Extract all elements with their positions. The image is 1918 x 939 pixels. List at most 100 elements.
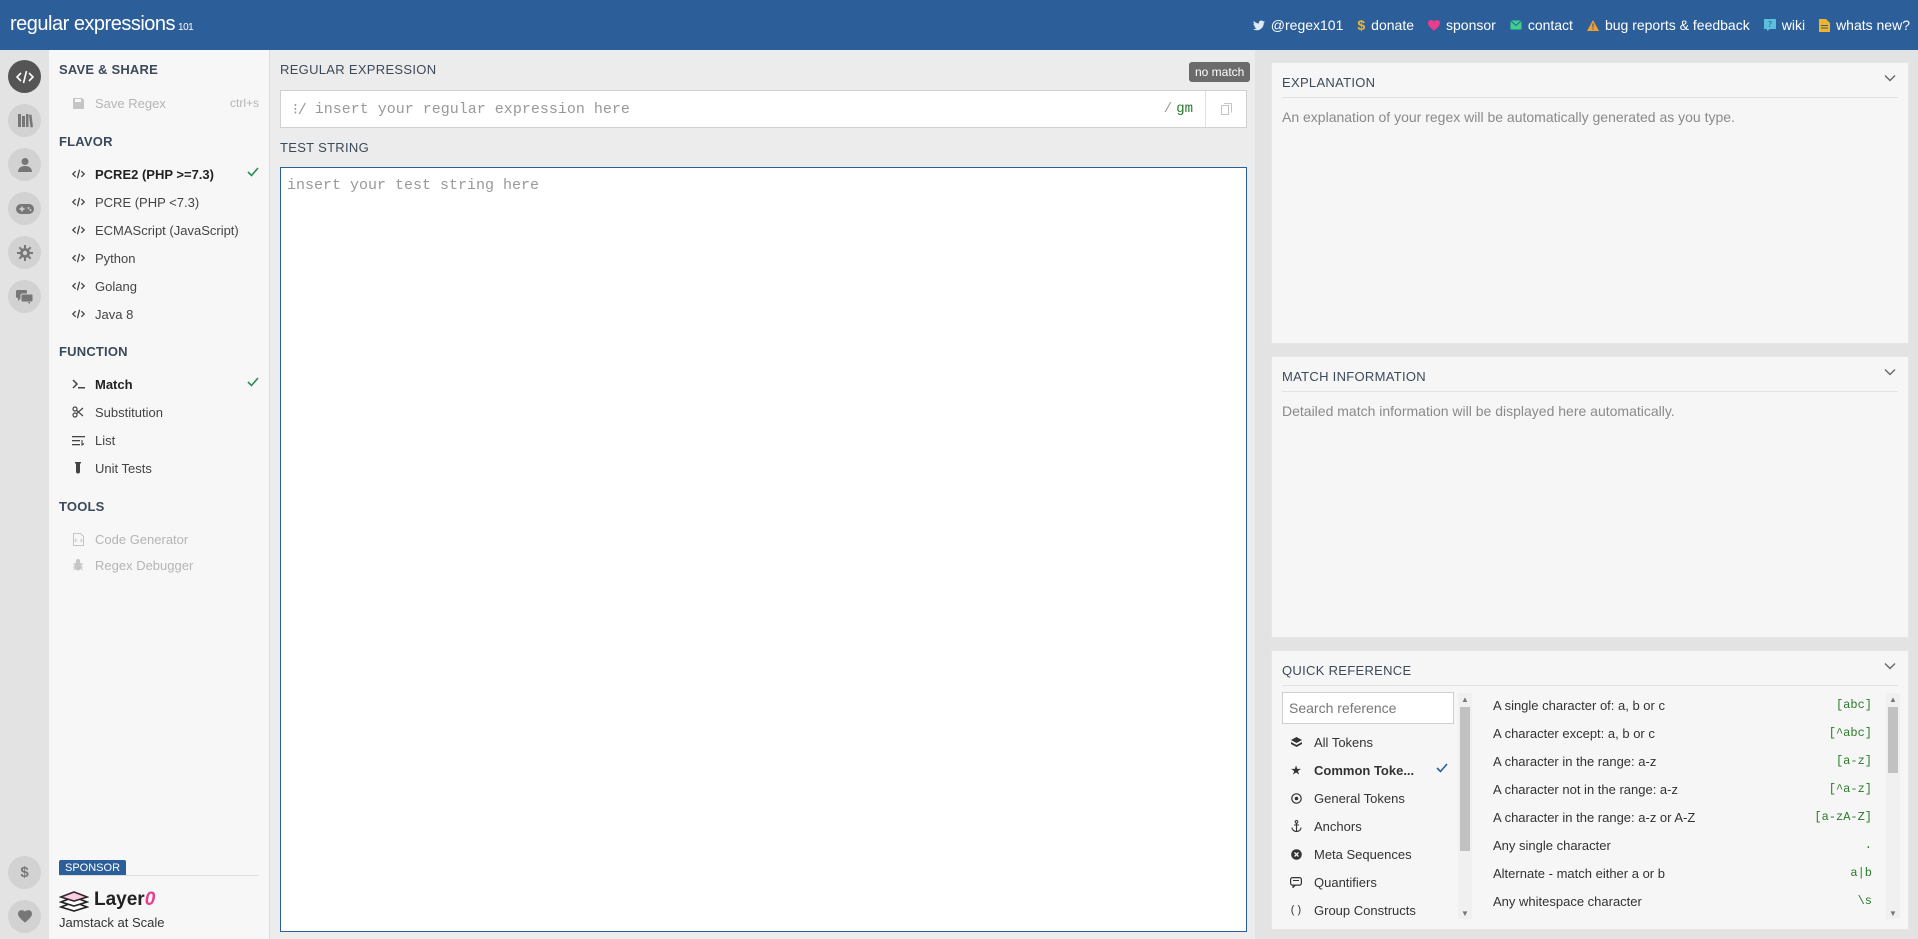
logo[interactable]: regular expressions 101 (10, 13, 194, 36)
flavor-java8[interactable]: Java 8 (59, 303, 259, 325)
twitter-icon (1252, 20, 1265, 31)
function-unit-tests[interactable]: Unit Tests (59, 457, 259, 479)
reference-search-input[interactable] (1282, 692, 1454, 724)
dollar-icon: $ (1357, 17, 1366, 33)
regex-editor: ⁝/ /gm (280, 90, 1247, 128)
nav-label: contact (1527, 17, 1573, 33)
scrollbar-thumb[interactable] (1888, 707, 1898, 773)
category-meta-sequences[interactable]: Meta Sequences (1282, 843, 1448, 865)
rail-donate-button[interactable]: $ (8, 856, 41, 889)
rail-settings-button[interactable] (8, 236, 41, 269)
category-group-constructs[interactable]: ( ) Group Constructs (1282, 899, 1448, 921)
flavor-label: PCRE2 (PHP >=7.3) (95, 166, 214, 182)
rail-quiz-button[interactable] (8, 192, 41, 225)
chevron-down-icon[interactable] (1884, 74, 1896, 82)
reference-row[interactable]: A character in the range: a-z or A-Z [a-… (1493, 806, 1872, 828)
scrollbar-thumb[interactable] (1460, 707, 1470, 851)
top-header: regular expressions 101 @regex101 $ donat… (0, 0, 1918, 50)
function-substitution[interactable]: Substitution (59, 401, 259, 423)
flavor-label: Golang (95, 278, 137, 294)
nav-label: whats new? (1836, 17, 1910, 33)
nav-twitter-link[interactable]: @regex101 (1252, 17, 1343, 33)
reference-token: [a-z] (1835, 754, 1872, 768)
category-all-tokens[interactable]: All Tokens (1282, 731, 1448, 753)
category-label: General Tokens (1314, 790, 1405, 806)
category-anchors[interactable]: Anchors (1282, 815, 1448, 837)
dot-circle-icon (1288, 792, 1304, 804)
regex-debugger-button[interactable]: Regex Debugger (59, 554, 259, 576)
flavor-python[interactable]: Python (59, 247, 259, 269)
reference-row[interactable]: A character not in the range: a-z [^a-z] (1493, 778, 1872, 800)
quick-reference-header[interactable]: QUICK REFERENCE (1282, 651, 1898, 686)
reference-description: A character except: a, b or c (1493, 725, 1655, 741)
regex-flags[interactable]: / gm (1164, 101, 1193, 117)
reference-scrollbar[interactable]: ▲ ▼ (1886, 693, 1900, 919)
function-match[interactable]: Match (59, 373, 259, 395)
reference-row[interactable]: A single character of: a, b or c [abc] (1493, 694, 1872, 716)
reference-token: [^a-z] (1828, 782, 1872, 796)
sidebar: SAVE & SHARE Save Regex ctrl+s FLAVOR PC… (49, 50, 270, 939)
function-label: Match (95, 376, 133, 392)
code-generator-button[interactable]: Code Generator (59, 528, 259, 550)
chevron-down-icon[interactable] (1884, 662, 1896, 670)
nav-label: bug reports & feedback (1604, 17, 1750, 33)
code-icon (69, 253, 87, 263)
scroll-down-icon[interactable]: ▼ (1458, 907, 1472, 919)
regex-delimiter-left[interactable]: ⁝/ (293, 100, 307, 119)
reference-description: Alternate - match either a or b (1493, 865, 1665, 881)
explanation-header[interactable]: EXPLANATION (1282, 63, 1898, 98)
flavor-heading: FLAVOR (59, 134, 113, 149)
sponsor-name-accent: 0 (144, 889, 156, 910)
rail-account-button[interactable] (8, 148, 41, 181)
match-information-header[interactable]: MATCH INFORMATION (1282, 357, 1898, 392)
nav-contact-link[interactable]: contact (1509, 17, 1573, 33)
nav-whats-new-link[interactable]: whats new? (1819, 17, 1910, 33)
reference-row[interactable]: Any single character . (1493, 834, 1872, 856)
reference-row[interactable]: A character except: a, b or c [^abc] (1493, 722, 1872, 744)
scroll-down-icon[interactable]: ▼ (1886, 907, 1900, 919)
function-list[interactable]: List (59, 429, 259, 451)
save-shortcut: ctrl+s (229, 96, 259, 110)
flavor-pcre2[interactable]: PCRE2 (PHP >=7.3) (59, 163, 259, 185)
regex-delimiter-right: / (1163, 101, 1173, 117)
copy-regex-button[interactable] (1205, 91, 1246, 127)
category-common-tokens[interactable]: ★ Common Toke... (1282, 759, 1448, 781)
flavor-ecmascript[interactable]: ECMAScript (JavaScript) (59, 219, 259, 241)
sponsor-logo[interactable]: Layer 0 (59, 888, 155, 912)
sponsor-tagline: Jamstack at Scale (59, 915, 165, 930)
reference-row[interactable]: A character in the range: a-z [a-z] (1493, 750, 1872, 772)
test-string-input[interactable] (281, 168, 1246, 931)
settings-icon (16, 244, 33, 261)
rail-sponsor-button[interactable] (8, 900, 41, 933)
match-information-panel: MATCH INFORMATION Detailed match informa… (1271, 356, 1909, 638)
icon-rail: $ (0, 50, 49, 939)
flavor-pcre[interactable]: PCRE (PHP <7.3) (59, 191, 259, 213)
rail-library-button[interactable] (8, 104, 41, 137)
nav-bug-reports-link[interactable]: bug reports & feedback (1586, 17, 1750, 33)
chevron-down-icon[interactable] (1884, 368, 1896, 376)
rail-chat-button[interactable] (8, 280, 41, 313)
scroll-up-icon[interactable]: ▲ (1886, 693, 1900, 705)
library-icon (17, 113, 33, 128)
nav-sponsor-link[interactable]: sponsor (1428, 17, 1496, 33)
logo-suffix: 101 (178, 22, 194, 33)
nav-wiki-link[interactable]: ? wiki (1763, 17, 1805, 33)
categories-scrollbar[interactable]: ▲ ▼ (1458, 693, 1472, 919)
save-regex-button[interactable]: Save Regex ctrl+s (59, 92, 259, 114)
category-general-tokens[interactable]: General Tokens (1282, 787, 1448, 809)
anchor-icon (1288, 820, 1304, 832)
category-quantifiers[interactable]: Quantifiers (1282, 871, 1448, 893)
nav-donate-link[interactable]: $ donate (1357, 17, 1414, 33)
nav-label: donate (1371, 17, 1414, 33)
regex-input[interactable] (314, 100, 1164, 118)
function-label: Unit Tests (95, 460, 152, 476)
tools-heading: TOOLS (59, 499, 105, 514)
scroll-up-icon[interactable]: ▲ (1458, 693, 1472, 705)
reference-row[interactable]: Any whitespace character \s (1493, 890, 1872, 912)
rail-editor-button[interactable] (8, 60, 41, 93)
reference-row[interactable]: Alternate - match either a or b a|b (1493, 862, 1872, 884)
quick-reference-panel: QUICK REFERENCE All Tokens ★ Common Toke… (1271, 650, 1909, 930)
reference-token: [abc] (1835, 698, 1872, 712)
flavor-golang[interactable]: Golang (59, 275, 259, 297)
function-heading: FUNCTION (59, 344, 128, 359)
